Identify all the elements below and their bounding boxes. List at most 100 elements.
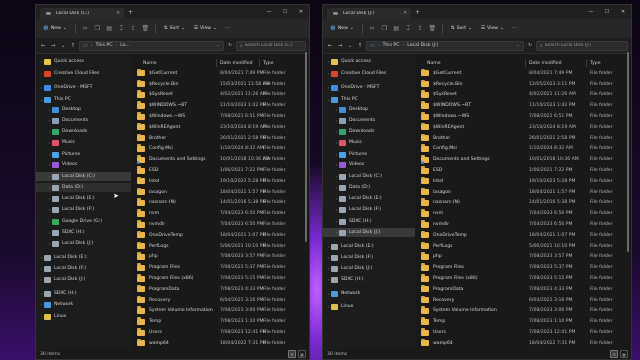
rename-icon[interactable]: ⌶: [404, 24, 413, 33]
table-row[interactable]: Documents and Settings 10/01/2018 10:36 A…: [415, 154, 631, 165]
sidebar-item[interactable]: › Quick access: [323, 57, 415, 66]
sidebar-item[interactable]: › Documents: [323, 116, 415, 125]
view-button[interactable]: ☰ View ⌄: [478, 23, 507, 35]
sidebar-item[interactable]: › Local Disk (J:): [36, 239, 131, 248]
table-row[interactable]: Config.Msi 1/10/2024 8:32 AM File folder: [415, 144, 631, 155]
close-icon[interactable]: ✕: [615, 5, 631, 19]
new-tab-icon[interactable]: +: [128, 9, 133, 16]
column-divider[interactable]: [525, 59, 526, 67]
table-row[interactable]: $Recycle.Bin 15/03/2021 11:58 AM File fold…: [131, 79, 309, 90]
table-row[interactable]: php 7/08/2023 3:57 PM File folder: [131, 252, 309, 263]
close-icon[interactable]: ✕: [293, 5, 309, 19]
sidebar-item[interactable]: › Linux: [323, 302, 415, 311]
sidebar-item[interactable]: › Desktop: [36, 105, 131, 114]
sidebar-item[interactable]: › Data (D:): [323, 183, 415, 192]
table-row[interactable]: $SysReset 4/02/2021 11:26 AM File folder: [415, 90, 631, 101]
copy-icon[interactable]: ❐: [93, 24, 102, 33]
sidebar-item[interactable]: › Pictures: [323, 150, 415, 159]
sidebar-item[interactable]: › Local Disk (C:): [323, 172, 415, 181]
new-button[interactable]: ⊕ New ⌄: [40, 23, 70, 35]
forward-arrow-icon[interactable]: →: [49, 41, 57, 51]
tab-local-disk-j[interactable]: ▬ Local Disk (J:) ✕: [327, 8, 411, 19]
table-row[interactable]: Temp 7/08/2023 1:10 PM File folder: [415, 316, 631, 327]
table-row[interactable]: $WINDOWS.~BT 11/10/2023 1:42 PM File folde…: [415, 100, 631, 111]
sidebar-item[interactable]: › Creative Cloud Files: [36, 69, 131, 78]
table-row[interactable]: Program Files 7/08/2023 5:37 PM File folde…: [131, 262, 309, 273]
new-tab-icon[interactable]: +: [415, 9, 420, 16]
sidebar-item[interactable]: › Local Disk (E:): [323, 194, 415, 203]
recent-locations-icon[interactable]: ⌄: [59, 41, 67, 51]
rename-icon[interactable]: ⌶: [117, 24, 126, 33]
table-row[interactable]: $Windows.~WS 7/08/2021 6:51 PM File folder: [131, 111, 309, 122]
minimize-icon[interactable]: —: [261, 5, 277, 19]
table-row[interactable]: wamp64 18/04/2022 7:31 PM File folder: [131, 338, 309, 349]
scrollbar-thumb-left[interactable]: [305, 52, 307, 242]
sidebar-item[interactable]: › Pictures: [36, 150, 131, 159]
sidebar-item[interactable]: › SDXC (H:): [36, 289, 131, 298]
address-bar[interactable]: ▭ › This PC › Local Disk (J:) ⌄: [366, 40, 524, 51]
table-row[interactable]: nvm 7/04/2023 6:50 PM File folder: [131, 208, 309, 219]
sidebar-item[interactable]: › Quick access: [36, 57, 131, 66]
table-row[interactable]: lasagon 18/04/2021 1:57 PM File folder: [415, 187, 631, 198]
sidebar-item[interactable]: › Videos: [36, 160, 131, 169]
sort-button[interactable]: ⇅ Sort ⌄: [161, 23, 188, 35]
copy-icon[interactable]: ❐: [380, 24, 389, 33]
breadcrumb-current[interactable]: Lo...: [120, 43, 130, 48]
details-view-icon[interactable]: ☰: [288, 350, 296, 358]
table-row[interactable]: OneDriveTemp 18/04/2021 1:07 PM File folde…: [131, 230, 309, 241]
sort-button[interactable]: ⇅ Sort ⌄: [448, 23, 475, 35]
breadcrumb-current[interactable]: Local Disk (J:): [407, 43, 438, 48]
sidebar-item[interactable]: › SDXC (H:): [323, 217, 415, 226]
sidebar-item[interactable]: › Videos: [323, 160, 415, 169]
close-tab-icon[interactable]: ✕: [403, 11, 407, 16]
column-header-name[interactable]: Name: [427, 61, 441, 66]
paste-icon[interactable]: ▤: [105, 24, 114, 33]
table-row[interactable]: Recovery 6/04/2021 3:16 PM File folder: [131, 295, 309, 306]
details-view-icon[interactable]: ☰: [610, 350, 618, 358]
sidebar-item[interactable]: › Local Disk (J:): [36, 275, 131, 284]
more-options-icon[interactable]: ···: [510, 24, 519, 33]
share-icon[interactable]: ⇪: [416, 24, 425, 33]
table-row[interactable]: Temp 7/08/2023 1:10 PM File folder: [131, 316, 309, 327]
table-row[interactable]: Config.Msi 1/10/2024 8:32 AM File folder: [131, 144, 309, 155]
column-header-date[interactable]: Date modified: [220, 61, 253, 66]
refresh-icon[interactable]: ↻: [226, 43, 234, 48]
table-row[interactable]: nasnarc-(N) 14/01/2016 5:38 PM File folder: [415, 198, 631, 209]
breadcrumb-this-pc[interactable]: This PC: [383, 43, 400, 48]
cut-icon[interactable]: ✂: [81, 24, 90, 33]
table-row[interactable]: Users 7/08/2023 12:41 PM File folder: [131, 327, 309, 338]
table-row[interactable]: Intel 19/10/2023 5:28 PM File folder: [415, 176, 631, 187]
address-bar[interactable]: ▭ › This PC › Lo... ⌄: [79, 40, 224, 51]
sidebar-item[interactable]: › Local Disk (F:): [323, 253, 415, 262]
sidebar-item[interactable]: › Local Disk (F:): [36, 264, 131, 273]
cut-icon[interactable]: ✂: [368, 24, 377, 33]
sidebar-item[interactable]: › SDXC (H:): [323, 275, 415, 284]
table-row[interactable]: ESD 1/06/2021 7:22 PM File folder: [415, 165, 631, 176]
sidebar-item[interactable]: › Local Disk (E:): [323, 242, 415, 251]
more-options-icon[interactable]: ···: [223, 24, 232, 33]
table-row[interactable]: nvmdir 7/04/2023 6:50 PM File folder: [131, 219, 309, 230]
delete-icon[interactable]: 🗑: [428, 24, 437, 33]
column-header-type[interactable]: Type: [590, 61, 601, 66]
sidebar-item[interactable]: › Data (D:): [36, 183, 131, 192]
table-row[interactable]: Program Files (x86) 7/08/2023 5:15 PM File…: [131, 273, 309, 284]
table-row[interactable]: $WinREAgent 23/10/2024 8:19 AM File folder: [415, 122, 631, 133]
table-row[interactable]: $Windows.~WS 7/08/2021 6:51 PM File folder: [415, 111, 631, 122]
table-row[interactable]: $SysReset 4/02/2021 11:26 AM File folder: [131, 90, 309, 101]
tiles-view-icon[interactable]: ▦: [298, 350, 306, 358]
up-arrow-icon[interactable]: ↑: [69, 41, 77, 51]
table-row[interactable]: nvm 7/04/2023 6:50 PM File folder: [415, 208, 631, 219]
sidebar-item[interactable]: › OneDrive - MSFT: [323, 83, 415, 92]
sidebar-item[interactable]: › OneDrive - MSFT: [36, 83, 131, 92]
sidebar-item[interactable]: › Creative Cloud Files: [323, 69, 415, 78]
breadcrumb-this-pc[interactable]: This PC: [96, 43, 113, 48]
sidebar-item[interactable]: › Google Drive (G:): [36, 217, 131, 226]
sidebar-item[interactable]: › Music: [323, 138, 415, 147]
table-row[interactable]: Intel 19/10/2023 5:28 PM File folder: [131, 176, 309, 187]
minimize-icon[interactable]: —: [583, 5, 599, 19]
table-row[interactable]: Program Files 7/08/2023 5:37 PM File folde…: [415, 262, 631, 273]
table-row[interactable]: ESD 1/06/2021 7:22 PM File folder: [131, 165, 309, 176]
table-row[interactable]: nasnarc-(N) 14/01/2016 5:38 PM File folder: [131, 198, 309, 209]
table-row[interactable]: wamp64 18/04/2022 7:31 PM File folder: [415, 338, 631, 349]
sidebar-item[interactable]: ⌄ This PC: [36, 95, 131, 104]
